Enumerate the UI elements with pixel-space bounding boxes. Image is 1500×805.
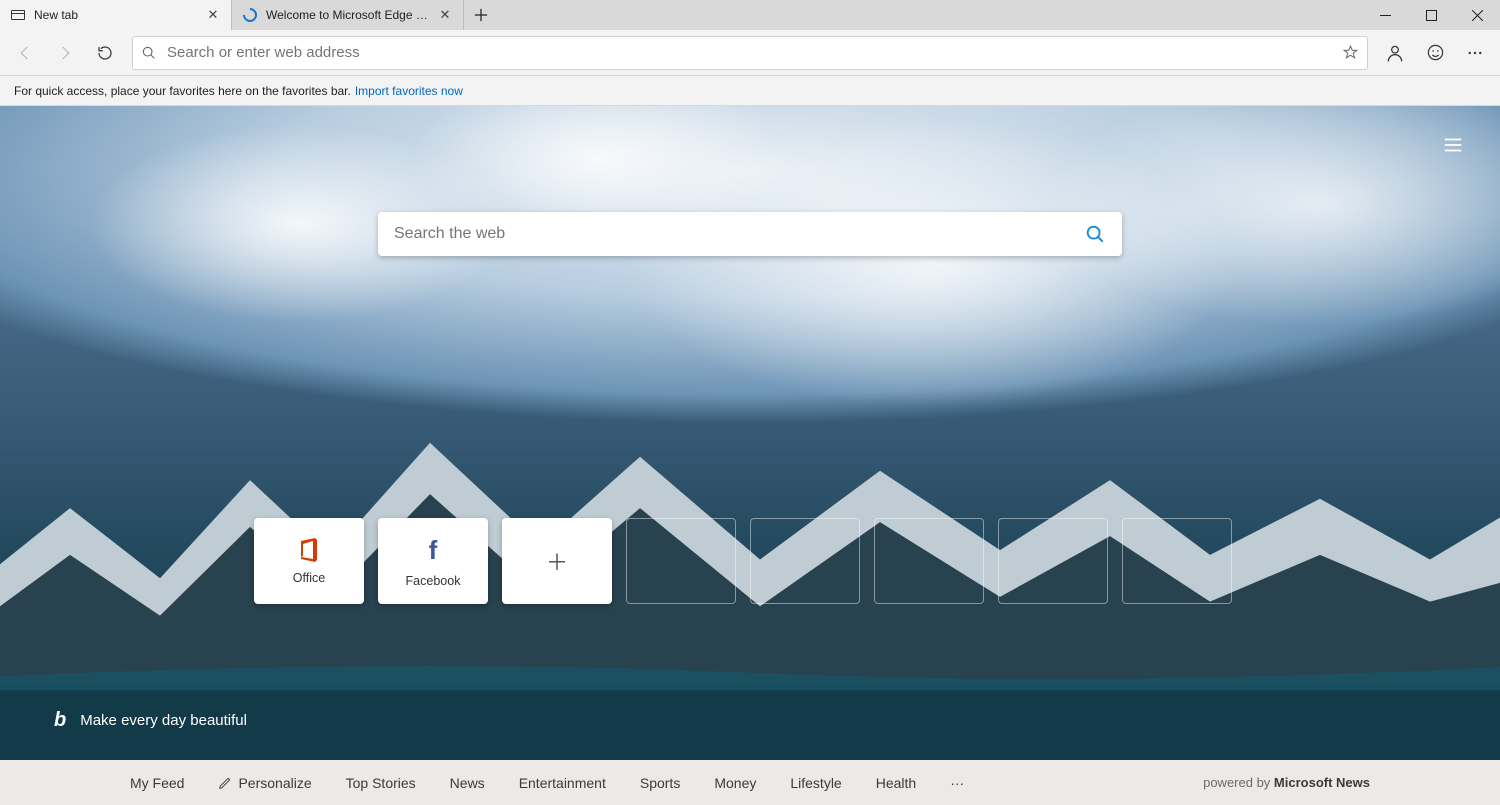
forward-button[interactable]	[46, 34, 84, 72]
plus-icon: ＋	[546, 545, 568, 577]
powered-by-label: powered by Microsoft News	[1203, 775, 1370, 790]
tab-close-button[interactable]: ✕	[437, 7, 453, 23]
powered-by-prefix: powered by	[1203, 775, 1274, 790]
news-item-topstories[interactable]: Top Stories	[346, 775, 416, 791]
web-search-submit-icon[interactable]	[1084, 223, 1106, 245]
news-bar: My Feed Personalize Top Stories News Ent…	[0, 760, 1500, 805]
powered-by-brand: Microsoft News	[1274, 775, 1370, 790]
toolbar	[0, 30, 1500, 76]
tile-placeholder[interactable]	[874, 518, 984, 604]
bing-tagline-text: Make every day beautiful	[80, 712, 247, 729]
news-more-button[interactable]: ···	[950, 775, 964, 791]
tile-label: Office	[293, 571, 325, 585]
settings-more-button[interactable]	[1456, 34, 1494, 72]
refresh-button[interactable]	[86, 34, 124, 72]
news-item-personalize[interactable]: Personalize	[218, 775, 311, 791]
web-search-input[interactable]	[394, 225, 1084, 243]
address-bar[interactable]	[132, 36, 1368, 70]
news-item-news[interactable]: News	[450, 775, 485, 791]
tab-new-tab[interactable]: New tab ✕	[0, 0, 232, 30]
quick-links-row: Office f Facebook ＋	[254, 518, 1232, 604]
news-item-sports[interactable]: Sports	[640, 775, 680, 791]
back-button[interactable]	[6, 34, 44, 72]
edge-favicon	[242, 7, 258, 23]
favorites-hint-text: For quick access, place your favorites h…	[14, 84, 351, 98]
web-search-box[interactable]	[378, 212, 1122, 256]
tab-strip: New tab ✕ Welcome to Microsoft Edge Dev …	[0, 0, 1500, 30]
new-tab-page: Office f Facebook ＋ b Make every day bea…	[0, 106, 1500, 760]
tab-close-button[interactable]: ✕	[205, 7, 221, 23]
window-controls	[1362, 0, 1500, 30]
facebook-icon: f	[429, 535, 438, 566]
newtab-favicon	[10, 7, 26, 23]
tile-placeholder[interactable]	[998, 518, 1108, 604]
news-item-myfeed[interactable]: My Feed	[130, 775, 184, 791]
tile-placeholder[interactable]	[626, 518, 736, 604]
news-item-entertainment[interactable]: Entertainment	[519, 775, 606, 791]
tile-add[interactable]: ＋	[502, 518, 612, 604]
tile-facebook[interactable]: f Facebook	[378, 518, 488, 604]
favorite-star-icon[interactable]	[1342, 44, 1359, 61]
bing-tagline: b Make every day beautiful	[54, 709, 247, 732]
tab-title: Welcome to Microsoft Edge Dev	[266, 8, 429, 22]
address-input[interactable]	[167, 44, 1334, 61]
import-favorites-link[interactable]: Import favorites now	[355, 84, 463, 98]
tile-placeholder[interactable]	[750, 518, 860, 604]
minimize-button[interactable]	[1362, 0, 1408, 30]
search-icon	[141, 45, 157, 61]
tile-office[interactable]: Office	[254, 518, 364, 604]
bing-logo-icon: b	[54, 709, 66, 732]
page-settings-button[interactable]	[1442, 134, 1464, 156]
tile-placeholder[interactable]	[1122, 518, 1232, 604]
favorites-hint-bar: For quick access, place your favorites h…	[0, 76, 1500, 106]
tab-edge-welcome[interactable]: Welcome to Microsoft Edge Dev ✕	[232, 0, 464, 30]
news-item-label: Personalize	[238, 775, 311, 791]
feedback-smiley-button[interactable]	[1416, 34, 1454, 72]
tile-label: Facebook	[406, 574, 461, 588]
profile-button[interactable]	[1376, 34, 1414, 72]
maximize-button[interactable]	[1408, 0, 1454, 30]
news-item-lifestyle[interactable]: Lifestyle	[790, 775, 841, 791]
office-icon	[297, 537, 321, 563]
tab-title: New tab	[34, 8, 197, 22]
pencil-icon	[218, 776, 232, 790]
news-item-health[interactable]: Health	[876, 775, 916, 791]
news-item-money[interactable]: Money	[714, 775, 756, 791]
close-window-button[interactable]	[1454, 0, 1500, 30]
new-tab-button[interactable]	[464, 0, 498, 30]
